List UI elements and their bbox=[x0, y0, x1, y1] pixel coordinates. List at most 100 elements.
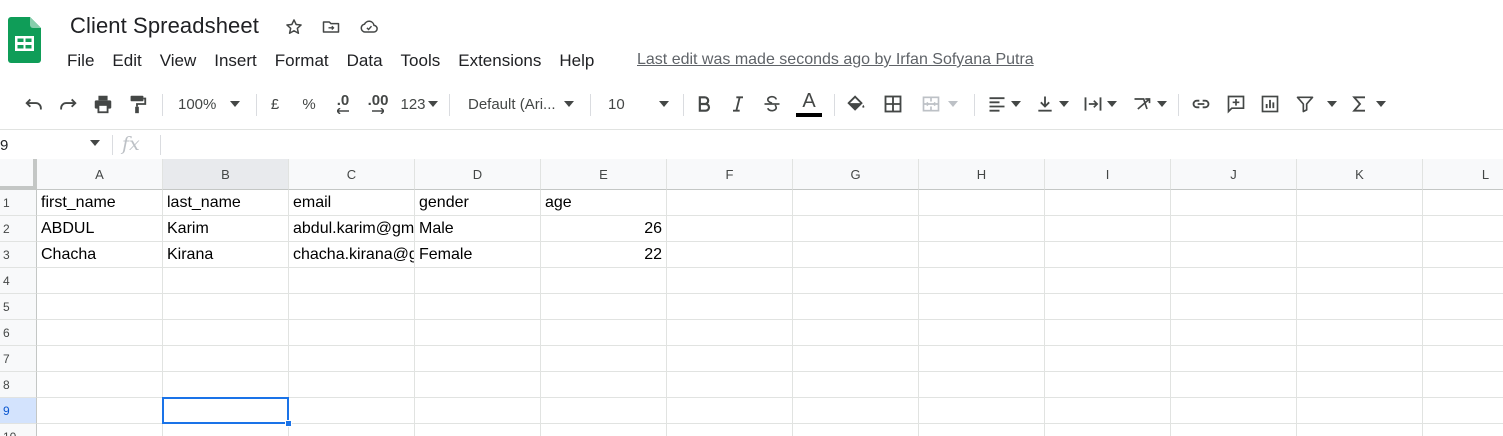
cell-l7[interactable] bbox=[1423, 346, 1503, 372]
star-icon[interactable] bbox=[283, 16, 305, 38]
cell-g2[interactable] bbox=[793, 216, 919, 242]
cell-e5[interactable] bbox=[541, 294, 667, 320]
cell-i4[interactable] bbox=[1045, 268, 1171, 294]
cell-j3[interactable] bbox=[1171, 242, 1297, 268]
cell-d9[interactable] bbox=[415, 398, 541, 424]
font-family-select[interactable]: Default (Ari... bbox=[462, 84, 582, 124]
filter-icon[interactable] bbox=[1292, 84, 1340, 124]
cell-g4[interactable] bbox=[793, 268, 919, 294]
cell-j8[interactable] bbox=[1171, 372, 1297, 398]
currency-format-button[interactable]: £ bbox=[263, 84, 287, 124]
increase-decimal-button[interactable]: .00 bbox=[364, 84, 392, 124]
cell-g8[interactable] bbox=[793, 372, 919, 398]
cell-l5[interactable] bbox=[1423, 294, 1503, 320]
cell-f10[interactable] bbox=[667, 424, 793, 436]
cell-l2[interactable] bbox=[1423, 216, 1503, 242]
text-color-button[interactable]: A bbox=[794, 84, 824, 124]
cell-k5[interactable] bbox=[1297, 294, 1423, 320]
more-formats-button[interactable]: 123 bbox=[398, 84, 440, 124]
cell-e8[interactable] bbox=[541, 372, 667, 398]
menu-file[interactable]: File bbox=[58, 51, 103, 71]
merge-cells-icon[interactable] bbox=[914, 84, 964, 124]
cell-b7[interactable] bbox=[163, 346, 289, 372]
cell-a7[interactable] bbox=[37, 346, 163, 372]
cell-a1[interactable]: first_name bbox=[37, 190, 163, 216]
menu-help[interactable]: Help bbox=[550, 51, 603, 71]
italic-icon[interactable] bbox=[726, 84, 750, 124]
borders-icon[interactable] bbox=[880, 84, 906, 124]
cell-d2[interactable]: Male bbox=[415, 216, 541, 242]
row-header-2[interactable]: 2 bbox=[0, 216, 37, 242]
paint-format-icon[interactable] bbox=[123, 84, 151, 124]
chart-icon[interactable] bbox=[1257, 84, 1283, 124]
menu-data[interactable]: Data bbox=[338, 51, 392, 71]
cloud-saved-icon[interactable] bbox=[358, 16, 380, 38]
fill-handle[interactable] bbox=[285, 420, 292, 427]
cell-i8[interactable] bbox=[1045, 372, 1171, 398]
cell-f7[interactable] bbox=[667, 346, 793, 372]
row-header-8[interactable]: 8 bbox=[0, 372, 37, 398]
cell-a8[interactable] bbox=[37, 372, 163, 398]
menu-insert[interactable]: Insert bbox=[205, 51, 266, 71]
column-header-j[interactable]: J bbox=[1171, 159, 1297, 190]
row-header-3[interactable]: 3 bbox=[0, 242, 37, 268]
cell-d5[interactable] bbox=[415, 294, 541, 320]
cell-a2[interactable]: ABDUL bbox=[37, 216, 163, 242]
cell-b6[interactable] bbox=[163, 320, 289, 346]
cell-l6[interactable] bbox=[1423, 320, 1503, 346]
spreadsheet-grid[interactable]: A B C D E F G H I J K L 1 first_name last_name email gen… bbox=[0, 159, 1503, 436]
valign-bottom-icon[interactable] bbox=[1032, 84, 1072, 124]
cell-a5[interactable] bbox=[37, 294, 163, 320]
cell-f1[interactable] bbox=[667, 190, 793, 216]
cell-k3[interactable] bbox=[1297, 242, 1423, 268]
cell-g7[interactable] bbox=[793, 346, 919, 372]
cell-f8[interactable] bbox=[667, 372, 793, 398]
cell-i10[interactable] bbox=[1045, 424, 1171, 436]
cell-j2[interactable] bbox=[1171, 216, 1297, 242]
cell-b5[interactable] bbox=[163, 294, 289, 320]
row-header-4[interactable]: 4 bbox=[0, 268, 37, 294]
cell-b8[interactable] bbox=[163, 372, 289, 398]
cell-b4[interactable] bbox=[163, 268, 289, 294]
cell-d7[interactable] bbox=[415, 346, 541, 372]
cell-c8[interactable] bbox=[289, 372, 415, 398]
cell-h1[interactable] bbox=[919, 190, 1045, 216]
column-header-b[interactable]: B bbox=[163, 159, 289, 190]
text-rotation-icon[interactable] bbox=[1128, 84, 1170, 124]
menu-format[interactable]: Format bbox=[266, 51, 338, 71]
cell-k10[interactable] bbox=[1297, 424, 1423, 436]
cell-c9[interactable] bbox=[289, 398, 415, 424]
fill-color-icon[interactable] bbox=[843, 84, 869, 124]
cell-l1[interactable] bbox=[1423, 190, 1503, 216]
column-header-c[interactable]: C bbox=[289, 159, 415, 190]
cell-c6[interactable] bbox=[289, 320, 415, 346]
cell-f2[interactable] bbox=[667, 216, 793, 242]
cell-f4[interactable] bbox=[667, 268, 793, 294]
cell-f3[interactable] bbox=[667, 242, 793, 268]
cell-e7[interactable] bbox=[541, 346, 667, 372]
cell-j1[interactable] bbox=[1171, 190, 1297, 216]
cell-g5[interactable] bbox=[793, 294, 919, 320]
text-wrap-icon[interactable] bbox=[1080, 84, 1120, 124]
cell-c2[interactable]: abdul.karim@gmail.com bbox=[289, 216, 415, 242]
cell-g1[interactable] bbox=[793, 190, 919, 216]
cell-f9[interactable] bbox=[667, 398, 793, 424]
cell-h5[interactable] bbox=[919, 294, 1045, 320]
cell-h2[interactable] bbox=[919, 216, 1045, 242]
cell-e4[interactable] bbox=[541, 268, 667, 294]
column-header-a[interactable]: A bbox=[37, 159, 163, 190]
cell-h7[interactable] bbox=[919, 346, 1045, 372]
cell-a10[interactable] bbox=[37, 424, 163, 436]
cell-d4[interactable] bbox=[415, 268, 541, 294]
cell-i3[interactable] bbox=[1045, 242, 1171, 268]
cell-h10[interactable] bbox=[919, 424, 1045, 436]
menu-view[interactable]: View bbox=[151, 51, 206, 71]
column-header-i[interactable]: I bbox=[1045, 159, 1171, 190]
column-header-f[interactable]: F bbox=[667, 159, 793, 190]
cell-e10[interactable] bbox=[541, 424, 667, 436]
column-header-g[interactable]: G bbox=[793, 159, 919, 190]
row-header-1[interactable]: 1 bbox=[0, 190, 37, 216]
cell-l4[interactable] bbox=[1423, 268, 1503, 294]
cell-b2[interactable]: Karim bbox=[163, 216, 289, 242]
cell-d6[interactable] bbox=[415, 320, 541, 346]
